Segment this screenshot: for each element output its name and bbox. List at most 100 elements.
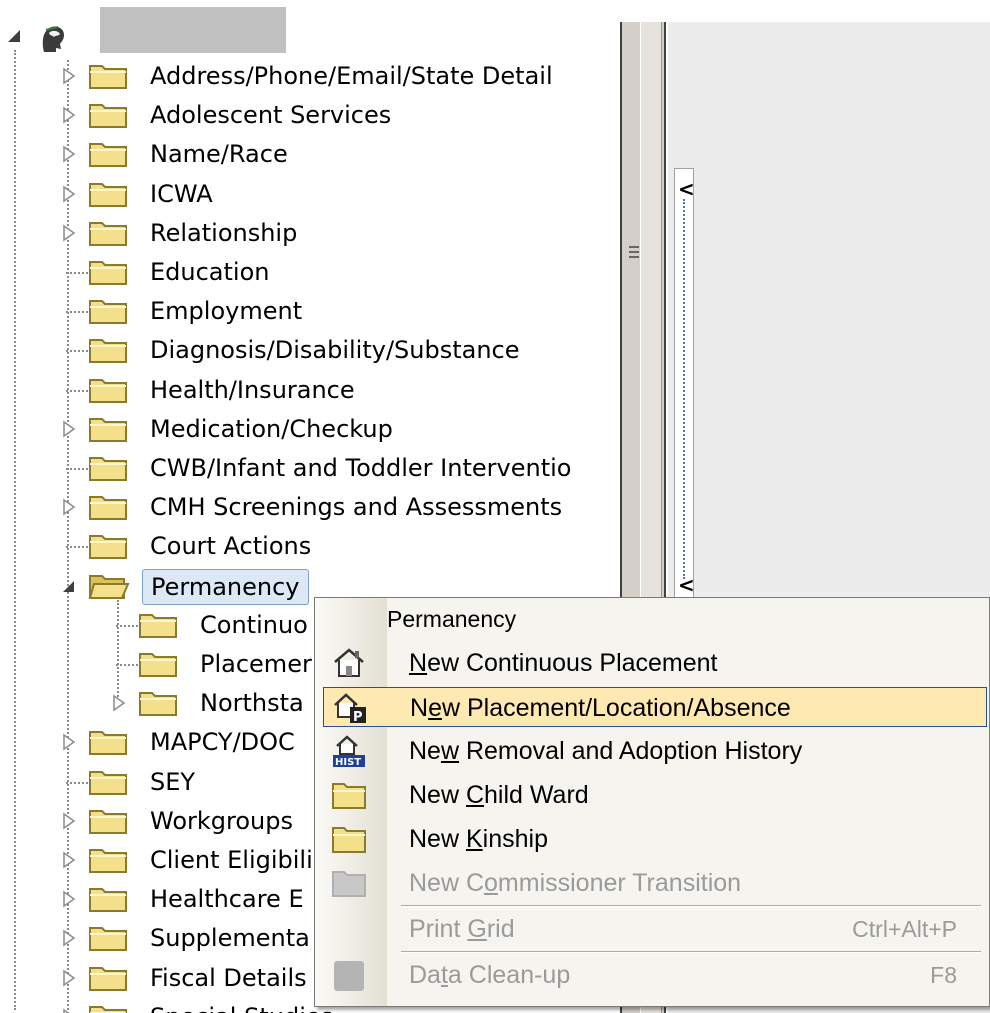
tree-item-label[interactable]: Employment: [150, 294, 302, 328]
collapsed-arrow-icon[interactable]: [62, 420, 76, 438]
folder-icon: [88, 1001, 130, 1013]
collapsed-arrow-icon[interactable]: [62, 929, 76, 947]
tree-item-label[interactable]: ICWA: [150, 177, 213, 211]
tree-item-label[interactable]: Medication/Checkup: [150, 412, 393, 446]
collapsed-arrow-icon[interactable]: [62, 851, 76, 869]
menu-item[interactable]: New Child Ward: [323, 775, 987, 815]
menu-item-label[interactable]: New Child Ward: [409, 778, 589, 812]
collapsed-arrow-icon[interactable]: [62, 890, 76, 908]
folder-icon: [88, 805, 130, 837]
menu-accelerator-key: e: [428, 694, 442, 722]
tree-item-label[interactable]: Adolescent Services: [150, 98, 391, 132]
menu-shortcut: F8: [930, 962, 957, 988]
tree-item-label[interactable]: Education: [150, 255, 269, 289]
tree-item[interactable]: Court Actions: [0, 527, 620, 565]
tree-item-label[interactable]: Healthcare E: [150, 882, 304, 916]
menu-item[interactable]: New Continuous Placement: [323, 643, 987, 683]
tree-item-label[interactable]: MAPCY/DOC: [150, 725, 295, 759]
tree-item[interactable]: Name/Race: [0, 135, 620, 173]
tree-item-label[interactable]: Fiscal Details: [150, 961, 307, 995]
collapsed-arrow-icon[interactable]: [62, 969, 76, 987]
pane-guide-line: [683, 199, 685, 579]
tree-connector: [66, 546, 88, 548]
tree-connector: [66, 311, 88, 313]
tree-item-label[interactable]: Court Actions: [150, 529, 311, 563]
menu-label-part: Da: [409, 961, 441, 989]
menu-accelerator-key: N: [409, 649, 428, 677]
collapsed-arrow-icon[interactable]: [62, 145, 76, 163]
menu-item-label[interactable]: New Continuous Placement: [409, 646, 718, 680]
collapsed-arrow-icon[interactable]: [62, 224, 76, 242]
menu-item[interactable]: New Kinship: [323, 819, 987, 859]
menu-item-label[interactable]: New Placement/Location/Absence: [410, 691, 791, 725]
square-disabled-icon: [331, 958, 367, 992]
menu-item[interactable]: P New Placement/Location/Absence: [323, 687, 987, 727]
tree-connector: [66, 272, 88, 274]
tree-item[interactable]: Medication/Checkup: [0, 410, 620, 448]
tree-item-label[interactable]: Relationship: [150, 216, 297, 250]
tree-item[interactable]: CWB/Infant and Toddler Interventio: [0, 449, 620, 487]
tree-item-label[interactable]: Placemer: [200, 647, 312, 681]
menu-item-label[interactable]: New Removal and Adoption History: [409, 734, 802, 768]
folder-icon: [88, 217, 130, 249]
menu-shortcut: Ctrl+Alt+P: [852, 916, 957, 942]
svg-text:P: P: [353, 710, 363, 725]
tree-item[interactable]: Address/Phone/Email/State Detail: [0, 57, 620, 95]
menu-item-label: Data Clean-up: [409, 958, 570, 992]
tree-item-label[interactable]: Client Eligibili: [150, 843, 313, 877]
tree-item[interactable]: ICWA: [0, 175, 620, 213]
collapse-left-top-icon[interactable]: <: [678, 179, 695, 199]
collapsed-arrow-icon[interactable]: [62, 733, 76, 751]
folder-open-icon: [88, 570, 130, 602]
expanded-arrow-icon[interactable]: [6, 28, 22, 44]
collapsed-arrow-icon[interactable]: [62, 1008, 76, 1013]
collapsed-pane-strip[interactable]: < <: [674, 168, 695, 598]
tree-item-label[interactable]: Supplementa: [150, 921, 310, 955]
tree-item[interactable]: CMH Screenings and Assessments: [0, 488, 620, 526]
tree-item-label[interactable]: CMH Screenings and Assessments: [150, 490, 562, 524]
grip-icon[interactable]: [628, 244, 640, 260]
tree-item-label[interactable]: SEY: [150, 765, 195, 799]
house-hist-icon: HIST: [331, 734, 367, 768]
collapse-left-bottom-icon[interactable]: <: [678, 575, 695, 595]
tree-connector: [116, 664, 138, 666]
folder-icon: [88, 99, 130, 131]
collapsed-arrow-icon[interactable]: [62, 106, 76, 124]
tree-item[interactable]: Health/Insurance: [0, 371, 620, 409]
folder-icon: [88, 452, 130, 484]
collapsed-arrow-icon[interactable]: [62, 67, 76, 85]
menu-label-part: hild Ward: [484, 781, 589, 809]
folder-icon: [88, 962, 130, 994]
tree-item-label[interactable]: Continuo: [200, 608, 308, 642]
tree-connector: [116, 625, 138, 627]
collapsed-arrow-icon[interactable]: [62, 812, 76, 830]
tree-item-label[interactable]: Permanency: [142, 569, 309, 605]
folder-icon: [138, 648, 180, 680]
menu-label-part: New: [409, 825, 466, 853]
folder-disabled-icon: [331, 866, 367, 900]
menu-item[interactable]: HIST New Removal and Adoption History: [323, 731, 987, 771]
menu-label-part: Ne: [409, 737, 441, 765]
tree-item[interactable]: Education: [0, 253, 620, 291]
tree-item[interactable]: Adolescent Services: [0, 96, 620, 134]
collapsed-arrow-icon[interactable]: [62, 498, 76, 516]
menu-item-label[interactable]: New Kinship: [409, 822, 548, 856]
tree-item[interactable]: Employment: [0, 292, 620, 330]
tree-item-label[interactable]: Northsta: [200, 686, 304, 720]
tree-item-label[interactable]: Special Studies: [150, 1000, 333, 1013]
collapsed-arrow-icon[interactable]: [112, 694, 126, 712]
tree-item-label[interactable]: CWB/Infant and Toddler Interventio: [150, 451, 571, 485]
tree-item[interactable]: Diagnosis/Disability/Substance: [0, 331, 620, 369]
tree-item-label[interactable]: Diagnosis/Disability/Substance: [150, 333, 520, 367]
menu-label-part: New C: [409, 869, 485, 897]
tree-item-label[interactable]: Workgroups: [150, 804, 293, 838]
menu-label-part: New: [409, 781, 466, 809]
folder-icon: [88, 178, 130, 210]
collapsed-arrow-icon[interactable]: [62, 185, 76, 203]
tree-item-label[interactable]: Address/Phone/Email/State Detail: [150, 59, 553, 93]
tree-item[interactable]: Relationship: [0, 214, 620, 252]
tree-item-label[interactable]: Name/Race: [150, 137, 288, 171]
tree-item-label[interactable]: Health/Insurance: [150, 373, 355, 407]
tree-connector: [66, 350, 88, 352]
expanded-arrow-icon[interactable]: [62, 577, 76, 595]
